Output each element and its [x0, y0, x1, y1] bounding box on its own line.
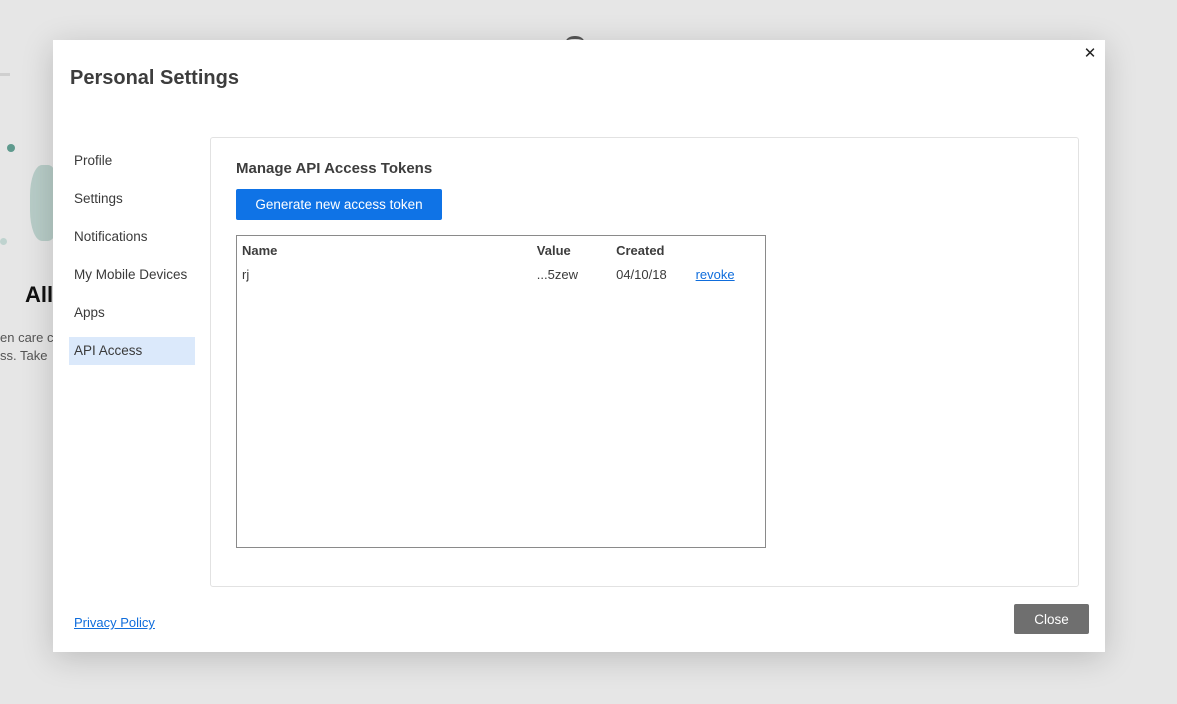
- generate-token-button[interactable]: Generate new access token: [236, 189, 442, 220]
- background-text-line: ss. Take: [0, 348, 48, 363]
- background-text-line: en care c: [0, 330, 53, 345]
- background-decoration-dot: [7, 144, 15, 152]
- table-header-row: Name Value Created: [237, 240, 765, 260]
- close-button[interactable]: Close: [1014, 604, 1089, 634]
- token-action-cell: revoke: [691, 260, 765, 288]
- token-value-cell: ...5zew: [536, 266, 578, 282]
- dialog-title: Personal Settings: [70, 67, 239, 89]
- token-created-cell: 04/10/18: [616, 266, 667, 282]
- table-row: rj ...5zew 04/10/18 revoke: [237, 260, 765, 288]
- token-table-container: Name Value Created rj ...5zew 04/10/18 r…: [236, 235, 766, 548]
- section-title: Manage API Access Tokens: [236, 160, 433, 177]
- api-access-panel: Manage API Access Tokens Generate new ac…: [210, 137, 1079, 587]
- column-header-action: [691, 240, 765, 260]
- background-divider: [0, 73, 10, 76]
- background-heading: All: [25, 282, 54, 307]
- revoke-link[interactable]: revoke: [696, 267, 735, 282]
- background-text: en care c ss. Take: [0, 329, 53, 365]
- sidebar-item-notifications[interactable]: Notifications: [69, 223, 195, 251]
- sidebar-item-mobile-devices[interactable]: My Mobile Devices: [69, 261, 195, 289]
- column-header-created: Created: [616, 242, 665, 258]
- column-header-value: Value: [536, 242, 571, 258]
- column-header-name: Name: [242, 242, 278, 258]
- sidebar-item-settings[interactable]: Settings: [69, 185, 195, 213]
- token-table: Name Value Created rj ...5zew 04/10/18 r…: [237, 240, 765, 288]
- sidebar-item-api-access[interactable]: API Access: [69, 337, 195, 365]
- token-name-cell: rj: [242, 266, 250, 282]
- personal-settings-dialog: Personal Settings ✕ Profile Settings Not…: [53, 40, 1105, 652]
- sidebar-item-apps[interactable]: Apps: [69, 299, 195, 327]
- sidebar-item-profile[interactable]: Profile: [69, 147, 195, 175]
- settings-sidebar: Profile Settings Notifications My Mobile…: [69, 147, 195, 375]
- close-icon[interactable]: ✕: [1082, 46, 1098, 62]
- privacy-policy-link[interactable]: Privacy Policy: [74, 615, 155, 630]
- background-decoration-dot: [0, 238, 7, 245]
